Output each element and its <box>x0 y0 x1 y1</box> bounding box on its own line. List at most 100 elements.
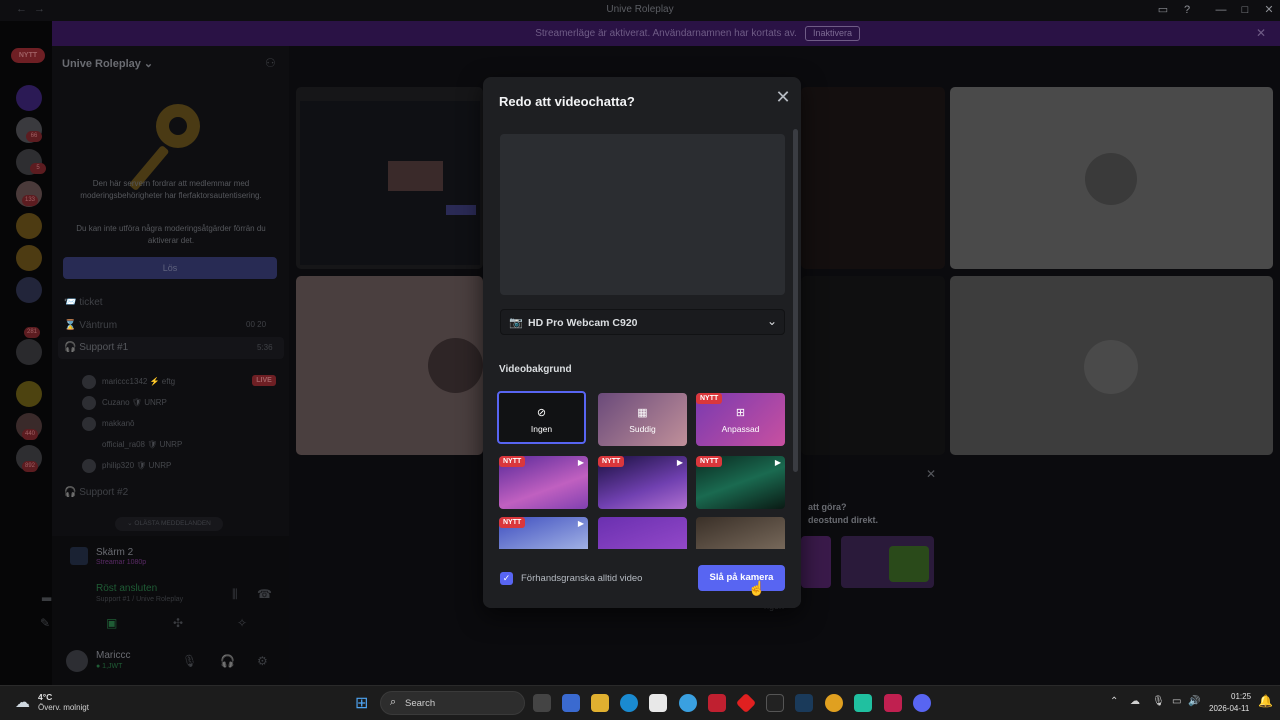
signal-icon: ▂ <box>42 587 52 601</box>
voice-member[interactable]: Cuzano 🛡 UNRP <box>82 396 167 410</box>
new-badge: NYTT <box>499 456 526 467</box>
user-status: ● 1,JWT <box>96 663 123 670</box>
server-icon[interactable] <box>16 245 42 271</box>
disable-streamer-mode-button[interactable]: Inaktivera <box>805 26 860 41</box>
server-icon[interactable] <box>16 277 42 303</box>
voice-member[interactable]: makkanô <box>82 417 134 431</box>
channel-ticket[interactable]: 📨 ticket <box>64 297 103 308</box>
noise-suppression-icon[interactable]: ⫼ <box>232 587 238 602</box>
store-icon[interactable] <box>649 694 667 712</box>
search-box[interactable]: ⌕ Search <box>380 691 525 715</box>
video-tile[interactable] <box>950 87 1273 269</box>
security-app-icon[interactable] <box>708 694 726 712</box>
server-name[interactable]: Unive Roleplay ⌄ <box>62 57 153 70</box>
server-icon[interactable] <box>16 213 42 239</box>
camera-select[interactable]: 📷 HD Pro Webcam C920 ⌄ <box>500 309 785 335</box>
file-explorer-icon[interactable] <box>591 694 609 712</box>
microphone-tray-icon[interactable]: 🎙 <box>1152 696 1165 707</box>
blur-icon: ▦ <box>637 407 648 419</box>
voice-channel[interactable]: Support #1 / Unive Roleplay <box>96 596 183 603</box>
participant-avatar <box>1085 153 1137 205</box>
window-title: Unive Roleplay <box>606 4 674 15</box>
video-tile[interactable] <box>801 276 945 455</box>
microphone-icon[interactable]: 🎙 <box>182 654 197 668</box>
app-icon[interactable] <box>735 692 757 714</box>
background-option-animated[interactable]: NYTT ▶ <box>696 456 785 509</box>
screen-thumbnail <box>70 547 88 565</box>
camera-icon: 📷 <box>509 317 523 329</box>
background-option-blur[interactable]: ▦ Suddig <box>598 393 687 446</box>
background-option-animated[interactable]: NYTT ▶ <box>598 456 687 509</box>
activities-icon[interactable]: ✣ <box>173 616 183 630</box>
voice-member[interactable]: mariccc1342 ⚡ eftg <box>82 375 175 389</box>
video-tile[interactable] <box>950 276 1273 455</box>
task-view-icon[interactable] <box>533 694 551 712</box>
app-icon[interactable] <box>679 694 697 712</box>
inbox-icon[interactable]: ▭ <box>1152 2 1174 18</box>
server-icon[interactable] <box>16 339 42 365</box>
notifications-icon[interactable]: 🔔 <box>1258 694 1273 708</box>
video-tile[interactable] <box>296 276 483 455</box>
close-icon[interactable]: ✕ <box>773 87 793 107</box>
modal-scrollbar[interactable] <box>793 129 798 472</box>
channel-support-2[interactable]: 🎧 Support #2 <box>64 487 128 498</box>
maximize-button[interactable]: □ <box>1234 2 1256 18</box>
invite-icon[interactable]: ⚇ <box>265 56 276 70</box>
cloud-icon[interactable]: ☁ <box>1130 696 1140 707</box>
unread-messages-pill[interactable]: ⌄ OLÄSTA MEDDELANDEN <box>115 517 223 531</box>
edge-icon[interactable] <box>620 694 638 712</box>
member-name: Cuzano <box>102 398 130 408</box>
minimize-button[interactable]: — <box>1210 2 1232 18</box>
chrome-icon[interactable] <box>825 694 843 712</box>
headphones-icon[interactable]: 🎧 <box>220 654 235 668</box>
server-badge: 66 <box>26 131 42 142</box>
steam-icon[interactable] <box>795 694 813 712</box>
server-icon[interactable] <box>16 85 42 111</box>
volume-icon[interactable]: 🔊 <box>1188 696 1200 707</box>
banner-close-icon[interactable]: ✕ <box>1256 26 1266 40</box>
video-tile-screenshare[interactable] <box>296 87 483 269</box>
clock-date[interactable]: 2026-04-11 <box>1209 704 1249 713</box>
app-icon[interactable] <box>854 694 872 712</box>
user-avatar[interactable] <box>66 650 88 672</box>
video-background-label: Videobakgrund <box>499 364 572 375</box>
shared-screen-window <box>388 161 443 191</box>
checkbox-checked-icon[interactable]: ✓ <box>500 572 513 585</box>
promo-close-icon[interactable]: ✕ <box>926 467 936 481</box>
camera-off-icon[interactable]: ✎ <box>40 616 50 630</box>
clock-time[interactable]: 01:25 <box>1231 692 1251 701</box>
voice-member[interactable]: official_ra08 🛡 UNRP <box>82 438 182 452</box>
resolve-button[interactable]: Lös <box>63 257 277 279</box>
copilot-icon[interactable] <box>562 694 580 712</box>
settings-icon[interactable]: ⚙ <box>257 654 268 668</box>
video-tile[interactable] <box>801 87 945 269</box>
weather-icon[interactable]: ☁ <box>15 693 30 711</box>
close-window-button[interactable]: ✕ <box>1258 2 1280 18</box>
soundboard-icon[interactable]: ✧ <box>237 616 247 630</box>
help-icon[interactable]: ? <box>1176 2 1198 18</box>
promo-card[interactable] <box>841 536 934 588</box>
screen-share-icon[interactable]: ▣ <box>106 616 117 630</box>
screen-share-title: Skärm 2 <box>96 547 134 558</box>
server-icon[interactable] <box>16 381 42 407</box>
avatar <box>82 375 96 389</box>
promo-card-art <box>889 546 929 582</box>
disconnect-icon[interactable]: ☎ <box>257 587 272 601</box>
voice-member[interactable]: philip320 🛡 UNRP <box>82 459 171 473</box>
start-icon[interactable]: ⊞ <box>355 693 368 713</box>
app-icon[interactable] <box>884 694 902 712</box>
turn-on-camera-button[interactable]: Slå på kamera <box>698 565 785 591</box>
background-option-custom[interactable]: ⊞ Anpassad NYTT <box>696 393 785 446</box>
channel-support-1[interactable]: 🎧 Support #1 <box>64 342 128 353</box>
member-tag: 🛡 UNRP <box>131 398 167 408</box>
chevron-up-icon[interactable]: ⌃ <box>1110 696 1118 707</box>
network-icon[interactable]: ▭ <box>1172 696 1181 707</box>
background-option-none[interactable]: ⊘ Ingen <box>497 391 586 444</box>
none-icon: ⊘ <box>536 407 547 419</box>
discord-icon[interactable] <box>913 694 931 712</box>
app-icon[interactable] <box>766 694 784 712</box>
channel-waiting-room[interactable]: ⌛ Väntrum <box>64 320 117 331</box>
promo-card[interactable] <box>801 536 831 588</box>
background-option-animated[interactable]: NYTT ▶ <box>499 456 588 509</box>
username: Mariccc <box>96 650 131 661</box>
